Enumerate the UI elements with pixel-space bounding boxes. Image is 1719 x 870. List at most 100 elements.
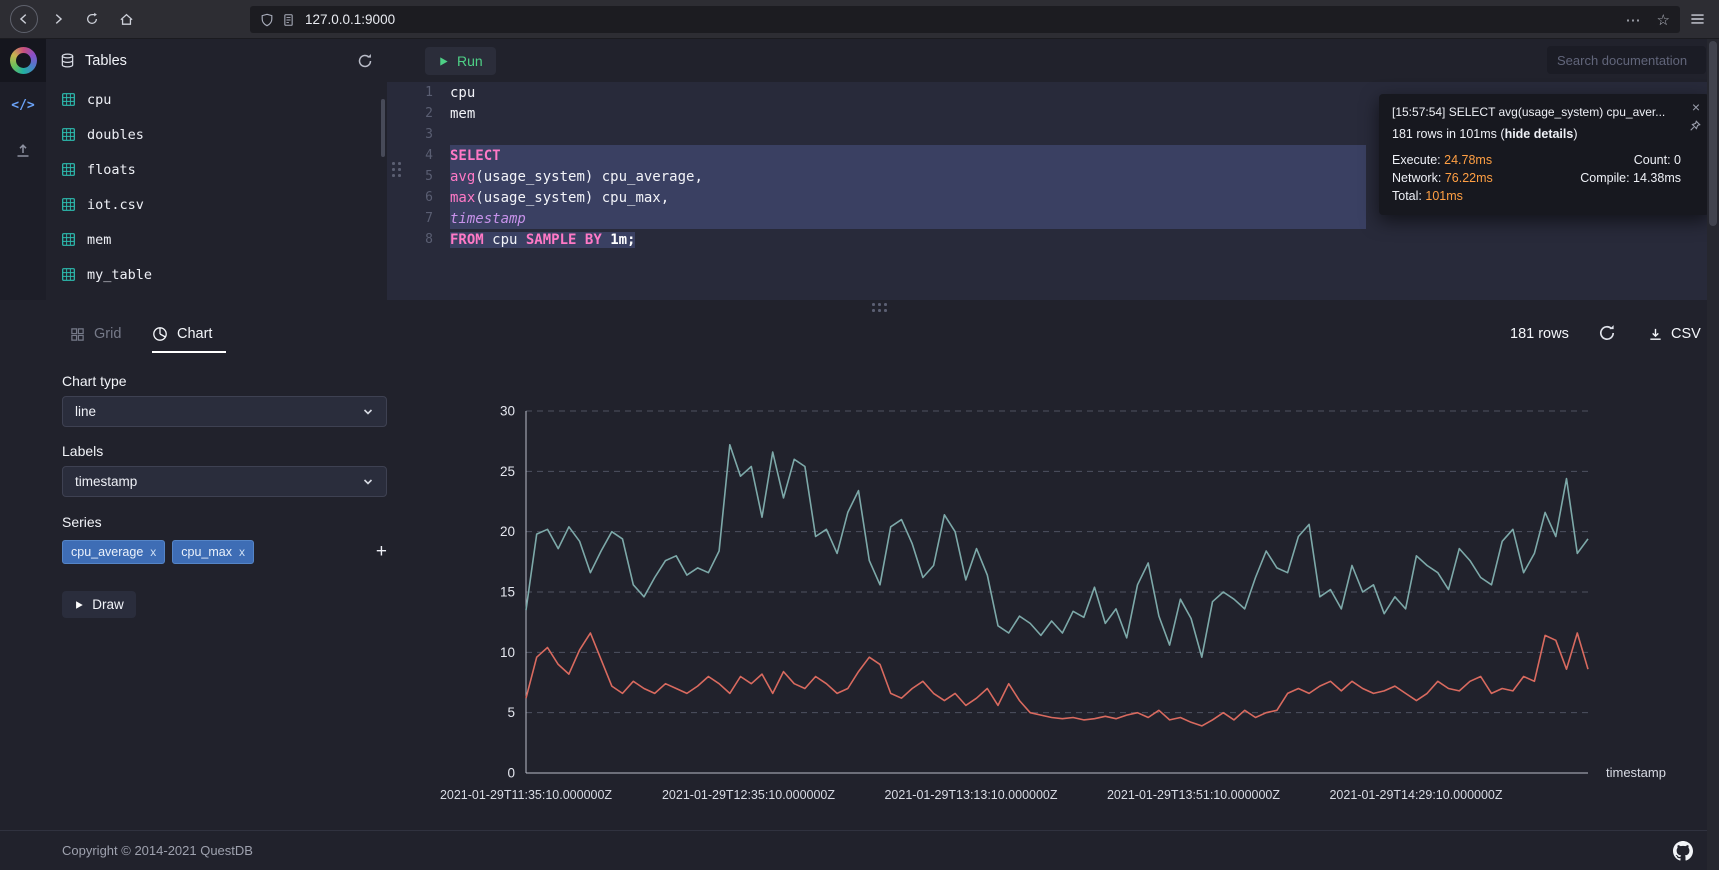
notification-title: [15:57:54] SELECT avg(usage_system) cpu_… (1392, 105, 1681, 119)
draw-button-label: Draw (92, 597, 124, 612)
tab-chart-label: Chart (177, 326, 212, 342)
footer: Copyright © 2014-2021 QuestDB (0, 830, 1719, 870)
run-button[interactable]: Run (425, 47, 496, 75)
home-button[interactable] (112, 5, 140, 33)
editor-toolbar: Run (387, 39, 1707, 82)
close-icon[interactable]: × (1692, 99, 1700, 115)
pie-chart-icon (152, 326, 168, 342)
tables-scrollbar[interactable] (381, 99, 385, 157)
splitter-handle[interactable] (872, 303, 887, 312)
tab-grid[interactable]: Grid (70, 314, 121, 354)
series-chip-cpu_max[interactable]: cpu_max x (172, 540, 254, 564)
menu-icon[interactable] (1690, 12, 1705, 31)
svg-text:2021-01-29T12:35:10.000000Z: 2021-01-29T12:35:10.000000Z (662, 788, 835, 802)
table-name: my_table (87, 267, 152, 283)
tables-title: Tables (85, 53, 127, 69)
left-rail: </> (0, 39, 46, 300)
panel-resize-handle[interactable] (392, 162, 401, 177)
svg-text:0: 0 (507, 766, 515, 781)
line-number: 8 (387, 232, 450, 247)
series-chip-label: cpu_max (181, 545, 232, 559)
play-icon (438, 56, 449, 67)
svg-text:2021-01-29T11:35:10.000000Z: 2021-01-29T11:35:10.000000Z (440, 788, 612, 802)
url-input[interactable] (303, 11, 1618, 28)
pin-icon[interactable] (1689, 119, 1701, 137)
chip-remove-icon[interactable]: x (150, 545, 156, 559)
chart-type-select[interactable]: line (62, 396, 387, 427)
browser-toolbar: ⋯ ☆ (0, 0, 1719, 39)
csv-label: CSV (1671, 326, 1701, 342)
line-number: 3 (387, 127, 450, 142)
labels-select[interactable]: timestamp (62, 466, 387, 497)
labels-value: timestamp (75, 474, 137, 489)
chart-type-label: Chart type (62, 373, 127, 389)
database-icon (60, 53, 75, 68)
questdb-logo-mark (10, 47, 37, 74)
github-icon[interactable] (1673, 841, 1693, 861)
results-refresh-icon[interactable] (1598, 324, 1616, 347)
code-text: SELECT (450, 148, 501, 164)
table-item-iot.csv[interactable]: iot.csv (46, 187, 387, 222)
page-actions-icon[interactable]: ⋯ (1626, 11, 1641, 29)
arrow-left-icon (17, 12, 31, 26)
svg-text:10: 10 (500, 645, 515, 660)
copyright-text: Copyright © 2014-2021 QuestDB (62, 843, 253, 858)
draw-button[interactable]: Draw (62, 591, 136, 618)
editor-line-8[interactable]: 8FROM cpu SAMPLE BY 1m; (387, 229, 1707, 250)
rows-count: 181 rows (1510, 314, 1569, 354)
timeseries-chart[interactable]: 0510152025302021-01-29T11:35:10.000000Z2… (460, 354, 1719, 794)
series-chip-cpu_average[interactable]: cpu_averagex (62, 540, 165, 564)
play-icon (74, 600, 84, 610)
tables-list: cpu doubles floatsiot.csvmem my_table (46, 82, 387, 292)
forward-button[interactable] (44, 5, 72, 33)
svg-text:5: 5 (507, 705, 515, 720)
tab-chart[interactable]: Chart (152, 314, 212, 354)
table-item-mem[interactable]: mem (46, 222, 387, 257)
reload-button[interactable] (78, 5, 106, 33)
chart-type-value: line (75, 404, 96, 419)
tables-refresh-icon[interactable] (357, 53, 373, 69)
table-icon (61, 92, 76, 107)
series-label: Series (62, 514, 102, 530)
table-name: doubles (87, 127, 144, 143)
svg-text:2021-01-29T13:13:10.000000Z: 2021-01-29T13:13:10.000000Z (884, 788, 1057, 802)
home-icon (119, 12, 134, 27)
notification-details: Execute: 24.78ms Count: 0 Network: 76.22… (1392, 153, 1681, 203)
back-button[interactable] (10, 5, 38, 33)
download-csv-button[interactable]: CSV (1648, 314, 1701, 354)
table-item-floats[interactable]: floats (46, 152, 387, 187)
series-chips-row: cpu_averagex cpu_max x + (62, 536, 387, 567)
questdb-logo[interactable] (0, 39, 46, 82)
chevron-down-icon (362, 476, 374, 488)
table-item-doubles[interactable]: doubles (46, 117, 387, 152)
code-text: timestamp (450, 211, 526, 227)
selection-highlight (450, 208, 1366, 229)
svg-text:20: 20 (500, 524, 515, 539)
run-button-label: Run (457, 53, 483, 69)
page-info-icon[interactable] (282, 13, 295, 27)
table-icon (61, 197, 76, 212)
table-item-cpu[interactable]: cpu (46, 82, 387, 117)
add-series-button[interactable]: + (376, 541, 387, 563)
hide-details-link[interactable]: hide details (1505, 127, 1574, 141)
tab-grid-label: Grid (94, 326, 121, 342)
urlbar-actions: ⋯ ☆ (1626, 11, 1670, 29)
labels-label: Labels (62, 443, 103, 459)
arrow-right-icon (51, 12, 65, 26)
svg-text:2021-01-29T14:29:10.000000Z: 2021-01-29T14:29:10.000000Z (1329, 788, 1502, 802)
chip-remove-icon[interactable]: x (239, 545, 245, 559)
shield-icon[interactable] (260, 13, 274, 27)
line-number: 7 (387, 211, 450, 226)
url-bar[interactable]: ⋯ ☆ (250, 6, 1680, 33)
code-text: FROM cpu SAMPLE BY 1m; (450, 232, 635, 248)
scrollbar-thumb[interactable] (1709, 41, 1717, 226)
import-upload-icon[interactable] (0, 135, 46, 167)
bookmark-star-icon[interactable]: ☆ (1657, 11, 1670, 29)
console-code-icon[interactable]: </> (0, 89, 46, 121)
search-documentation-input[interactable] (1547, 46, 1706, 74)
line-number: 4 (387, 148, 450, 163)
table-icon (61, 267, 76, 282)
table-item-my_table[interactable]: my_table (46, 257, 387, 292)
table-icon (61, 162, 76, 177)
page-scrollbar[interactable] (1707, 39, 1719, 870)
